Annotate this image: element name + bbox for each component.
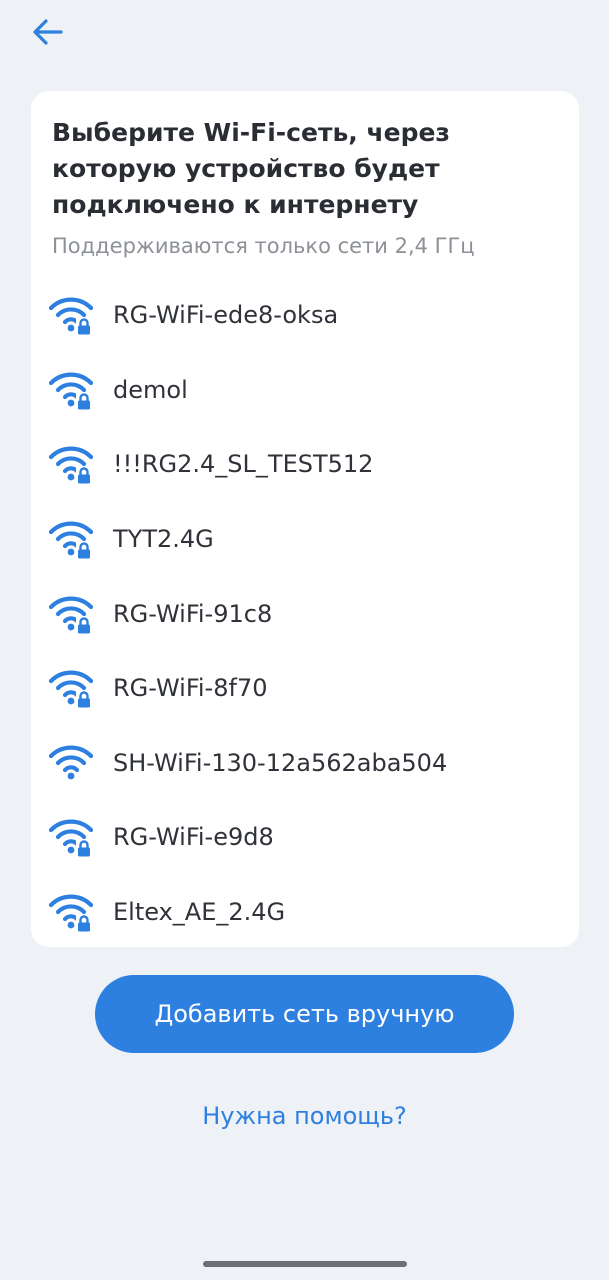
network-item[interactable]: demol bbox=[31, 353, 579, 428]
lock-icon bbox=[76, 541, 92, 560]
wifi-lock-icon bbox=[48, 894, 94, 933]
network-name: demol bbox=[113, 375, 188, 404]
wifi-lock-icon bbox=[48, 820, 94, 858]
lock-icon bbox=[76, 690, 92, 709]
wifi-lock-icon bbox=[48, 297, 94, 336]
lock-icon bbox=[76, 839, 92, 858]
lock-icon bbox=[76, 391, 92, 410]
lock-icon bbox=[76, 466, 92, 485]
network-item[interactable]: RG-WiFi-e9d8 bbox=[31, 800, 579, 875]
network-list: RG-WiFi-ede8-oksa demol !!!RG2.4_SL_TEST51… bbox=[31, 278, 579, 949]
frequency-note: Поддерживаются только сети 2,4 ГГц bbox=[52, 234, 475, 258]
back-button[interactable] bbox=[26, 12, 70, 52]
network-item[interactable]: Eltex_AE_2.4G bbox=[31, 875, 579, 950]
lock-icon bbox=[76, 914, 92, 933]
network-item[interactable]: SH-WiFi-130-12a562aba504 bbox=[31, 726, 579, 801]
add-network-manually-button[interactable]: Добавить сеть вручную bbox=[95, 975, 514, 1053]
wifi-lock-icon bbox=[48, 372, 94, 410]
network-name: SH-WiFi-130-12a562aba504 bbox=[113, 748, 448, 777]
wifi-lock-icon bbox=[48, 447, 94, 485]
network-name: RG-WiFi-8f70 bbox=[113, 674, 268, 703]
arrow-left-icon bbox=[33, 19, 63, 45]
network-item[interactable]: RG-WiFi-ede8-oksa bbox=[31, 278, 579, 353]
wifi-lock-icon bbox=[48, 670, 94, 709]
help-link[interactable]: Нужна помощь? bbox=[0, 1102, 609, 1130]
network-name: !!!RG2.4_SL_TEST512 bbox=[113, 450, 374, 479]
network-item[interactable]: RG-WiFi-8f70 bbox=[31, 651, 579, 726]
lock-icon bbox=[76, 615, 92, 634]
network-name: TYT2.4G bbox=[113, 525, 214, 554]
home-indicator bbox=[203, 1261, 407, 1267]
network-name: RG-WiFi-ede8-oksa bbox=[113, 301, 339, 330]
network-item[interactable]: RG-WiFi-91c8 bbox=[31, 576, 579, 651]
network-name: Eltex_AE_2.4G bbox=[113, 898, 286, 927]
network-item[interactable]: !!!RG2.4_SL_TEST512 bbox=[31, 427, 579, 502]
network-item[interactable]: TYT2.4G bbox=[31, 502, 579, 577]
lock-icon bbox=[76, 317, 92, 336]
wifi-icon bbox=[48, 745, 94, 780]
network-name: RG-WiFi-e9d8 bbox=[113, 823, 274, 852]
wifi-lock-icon bbox=[48, 521, 94, 560]
wifi-lock-icon bbox=[48, 596, 94, 634]
network-name: RG-WiFi-91c8 bbox=[113, 599, 273, 628]
page-title: Выберите Wi-Fi-сеть, через которую устро… bbox=[52, 118, 450, 219]
network-card: Выберите Wi-Fi-сеть, через которую устро… bbox=[31, 91, 579, 947]
